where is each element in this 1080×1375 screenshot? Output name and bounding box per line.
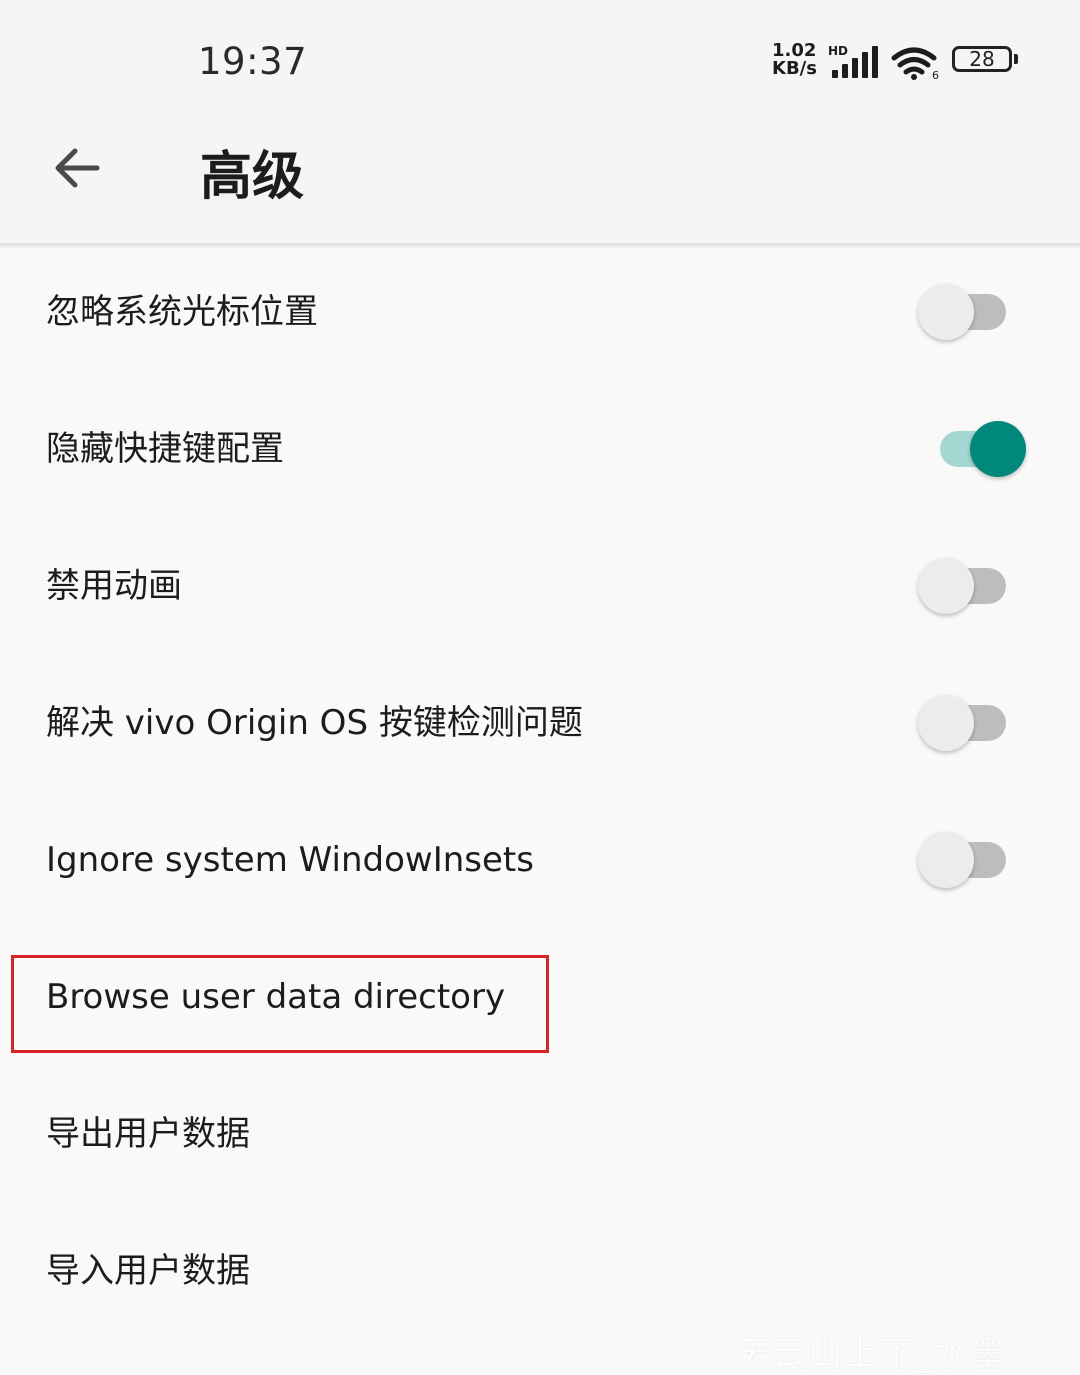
setting-hide-shortcut-config[interactable]: 隐藏快捷键配置	[0, 381, 1080, 518]
switch-thumb	[918, 695, 974, 751]
svg-text:6: 6	[932, 69, 939, 80]
battery-tip	[1014, 54, 1018, 64]
switch-thumb	[918, 284, 974, 340]
battery-icon: 28	[952, 46, 1018, 76]
arrow-left-icon	[55, 148, 100, 188]
setting-ignore-window-insets[interactable]: Ignore system WindowInsets	[0, 792, 1080, 929]
status-time: 19:37	[198, 40, 308, 83]
setting-label: 导出用户数据	[46, 1114, 250, 1154]
switch-thumb	[970, 421, 1026, 477]
signal-icon	[832, 46, 878, 78]
setting-disable-animation[interactable]: 禁用动画	[0, 518, 1080, 655]
setting-vivo-key-detection-fix[interactable]: 解决 vivo Origin OS 按键检测问题	[0, 655, 1080, 792]
toggle-switch[interactable]	[918, 830, 1028, 890]
toggle-switch[interactable]	[918, 282, 1028, 342]
setting-label: 忽略系统光标位置	[46, 292, 318, 332]
app-toolbar: 高级	[0, 120, 1080, 243]
status-bar: 19:37 1.02 KB/s HD 6 28	[0, 0, 1080, 120]
setting-label: 禁用动画	[46, 566, 182, 606]
setting-export-user-data[interactable]: 导出用户数据	[0, 1066, 1080, 1203]
setting-label: 解决 vivo Origin OS 按键检测问题	[46, 703, 583, 743]
highlight-box	[11, 955, 549, 1053]
net-speed-unit: KB/s	[772, 58, 817, 79]
switch-thumb	[918, 558, 974, 614]
switch-thumb	[918, 832, 974, 888]
toggle-switch[interactable]	[918, 419, 1028, 479]
back-button[interactable]	[44, 136, 108, 200]
net-speed: 1.02 KB/s	[772, 42, 824, 78]
setting-label: 隐藏快捷键配置	[46, 429, 284, 469]
setting-label: Ignore system WindowInsets	[46, 840, 534, 880]
watermark: 天云山上下_水墨	[736, 1334, 1007, 1374]
page-title: 高级	[200, 147, 305, 207]
wifi-icon: 6	[891, 47, 939, 80]
setting-import-user-data[interactable]: 导入用户数据	[0, 1203, 1080, 1340]
battery-level: 28	[969, 47, 995, 71]
setting-label: 导入用户数据	[46, 1251, 250, 1291]
setting-ignore-cursor-position[interactable]: 忽略系统光标位置	[0, 244, 1080, 381]
toggle-switch[interactable]	[918, 693, 1028, 753]
toggle-switch[interactable]	[918, 556, 1028, 616]
